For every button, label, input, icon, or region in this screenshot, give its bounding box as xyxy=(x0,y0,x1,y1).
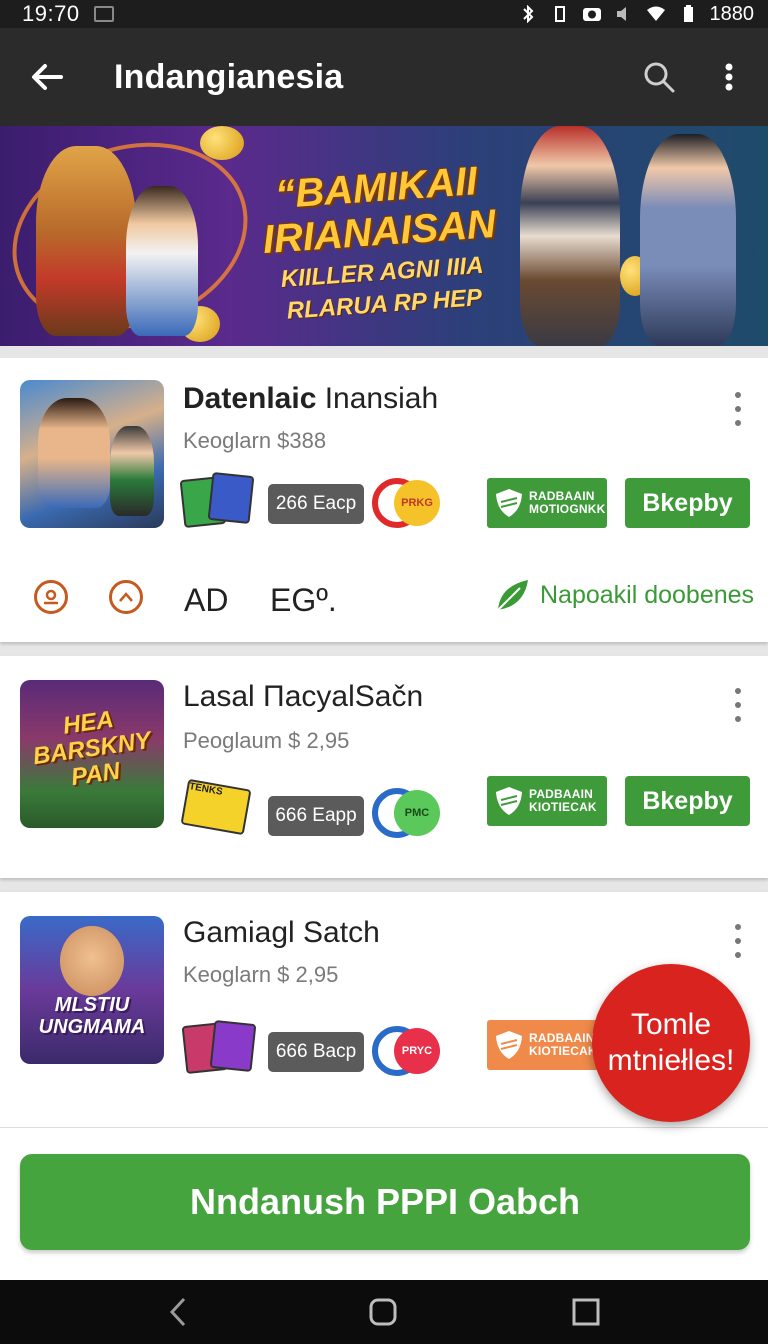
app-meta-row: AD EGº. Napoakil doobenes xyxy=(0,568,768,628)
battery-icon xyxy=(683,5,693,22)
app-price: Peoglaum $ 2,95 xyxy=(183,728,350,753)
app-thumbnail-1[interactable] xyxy=(20,380,164,528)
gallery-notification-icon xyxy=(93,6,114,22)
leaf-icon xyxy=(497,580,528,611)
shield-icon xyxy=(496,489,522,517)
app-name: Gamiagl Satch xyxy=(183,916,380,949)
search-button[interactable] xyxy=(636,54,682,100)
card-menu-button[interactable] xyxy=(728,688,748,722)
sticker-pack-icon: TENKS xyxy=(180,778,258,840)
camera-icon xyxy=(582,8,601,21)
developer-link[interactable]: Napoakil doobenes xyxy=(494,576,754,614)
card-menu-button[interactable] xyxy=(728,924,748,958)
app-bar: Indangianesia xyxy=(0,28,768,126)
sticker-pack-icon xyxy=(179,471,258,532)
app-thumbnail-2[interactable]: HEA BARSKNY PAN xyxy=(20,680,164,828)
system-nav-bar xyxy=(0,1280,768,1344)
bluetooth-icon xyxy=(522,5,533,23)
divider xyxy=(0,1127,768,1128)
promo-fab-button[interactable]: Tomle mtniełles! xyxy=(592,964,750,1122)
more-vert-icon xyxy=(725,63,733,91)
nav-home-button[interactable] xyxy=(367,1296,399,1328)
search-icon xyxy=(644,62,675,93)
app-name: Lasal ΠacyalSačn xyxy=(183,680,424,713)
app-thumbnail-3[interactable]: MLSTIU UNGMAMA xyxy=(20,916,164,1064)
app-card-1[interactable]: Datenlaic Inansiah Keoglarn $388 266 Eac… xyxy=(0,358,768,642)
page-title: Indangianesia xyxy=(114,57,344,96)
banner-headline: “BAMIKAII IRIANAISAN KIILLER AGNI IIIA R… xyxy=(245,157,515,327)
app-name: Datenlaic Inansiah xyxy=(183,382,439,415)
status-time: 19:70 xyxy=(22,1,80,26)
card-menu-button[interactable] xyxy=(728,392,748,426)
overflow-menu-button[interactable] xyxy=(706,54,752,100)
nav-recents-button[interactable] xyxy=(570,1296,602,1328)
upvote-icon[interactable] xyxy=(109,580,143,614)
vibrate-icon xyxy=(554,6,565,22)
coin-decoration xyxy=(200,126,244,160)
download-size-badge: 666 Eapp xyxy=(268,796,364,836)
app-action-button[interactable]: Bkepby xyxy=(625,478,750,528)
app-price: Keoglarn $388 xyxy=(183,428,327,453)
promo-banner[interactable]: “BAMIKAII IRIANAISAN KIILLER AGNI IIIA R… xyxy=(0,126,768,346)
verified-badge[interactable]: RADBAAIN KIOTIECAK xyxy=(487,1020,607,1070)
verified-badge[interactable]: PADBAAIN KIOTIECAK xyxy=(487,776,607,826)
download-size-badge: 266 Eacp xyxy=(268,484,364,524)
status-bar: 19:70 1880 xyxy=(0,0,768,28)
mute-icon xyxy=(616,7,626,21)
banner-character-boy xyxy=(126,186,198,336)
download-size-badge: 666 Bacp xyxy=(268,1032,364,1072)
age-rating-label: EGº. xyxy=(270,582,337,618)
ad-label: AD xyxy=(184,582,229,618)
shield-icon xyxy=(496,787,522,815)
back-nav-icon xyxy=(169,1297,186,1327)
rating-rings: PRYC xyxy=(372,1026,448,1076)
status-icons: 1880 xyxy=(518,2,755,26)
recents-nav-icon xyxy=(572,1298,600,1326)
rating-icon[interactable] xyxy=(34,580,68,614)
banner-character-girl xyxy=(640,134,736,346)
banner-character-fox xyxy=(36,146,136,336)
verified-badge[interactable]: RADBAAIN MOTIOGNKK xyxy=(487,478,607,528)
app-action-button[interactable]: Bkepby xyxy=(625,776,750,826)
shield-icon xyxy=(496,1031,522,1059)
back-button[interactable] xyxy=(24,54,70,100)
back-arrow-icon xyxy=(32,64,63,90)
rating-rings: PRKG xyxy=(372,478,448,528)
primary-cta-button[interactable]: Nndanush PPPI Oabch xyxy=(20,1154,750,1250)
rating-rings: PMC xyxy=(372,788,448,838)
home-nav-icon xyxy=(369,1298,397,1326)
banner-character-warrior xyxy=(520,126,620,346)
sticker-pack-icon xyxy=(181,1019,258,1080)
battery-level: 1880 xyxy=(709,2,755,25)
app-price: Keoglarn $ 2,95 xyxy=(183,962,339,987)
nav-back-button[interactable] xyxy=(162,1296,194,1328)
wifi-icon xyxy=(646,6,665,21)
app-card-2[interactable]: HEA BARSKNY PAN Lasal ΠacyalSačn Peoglau… xyxy=(0,656,768,878)
